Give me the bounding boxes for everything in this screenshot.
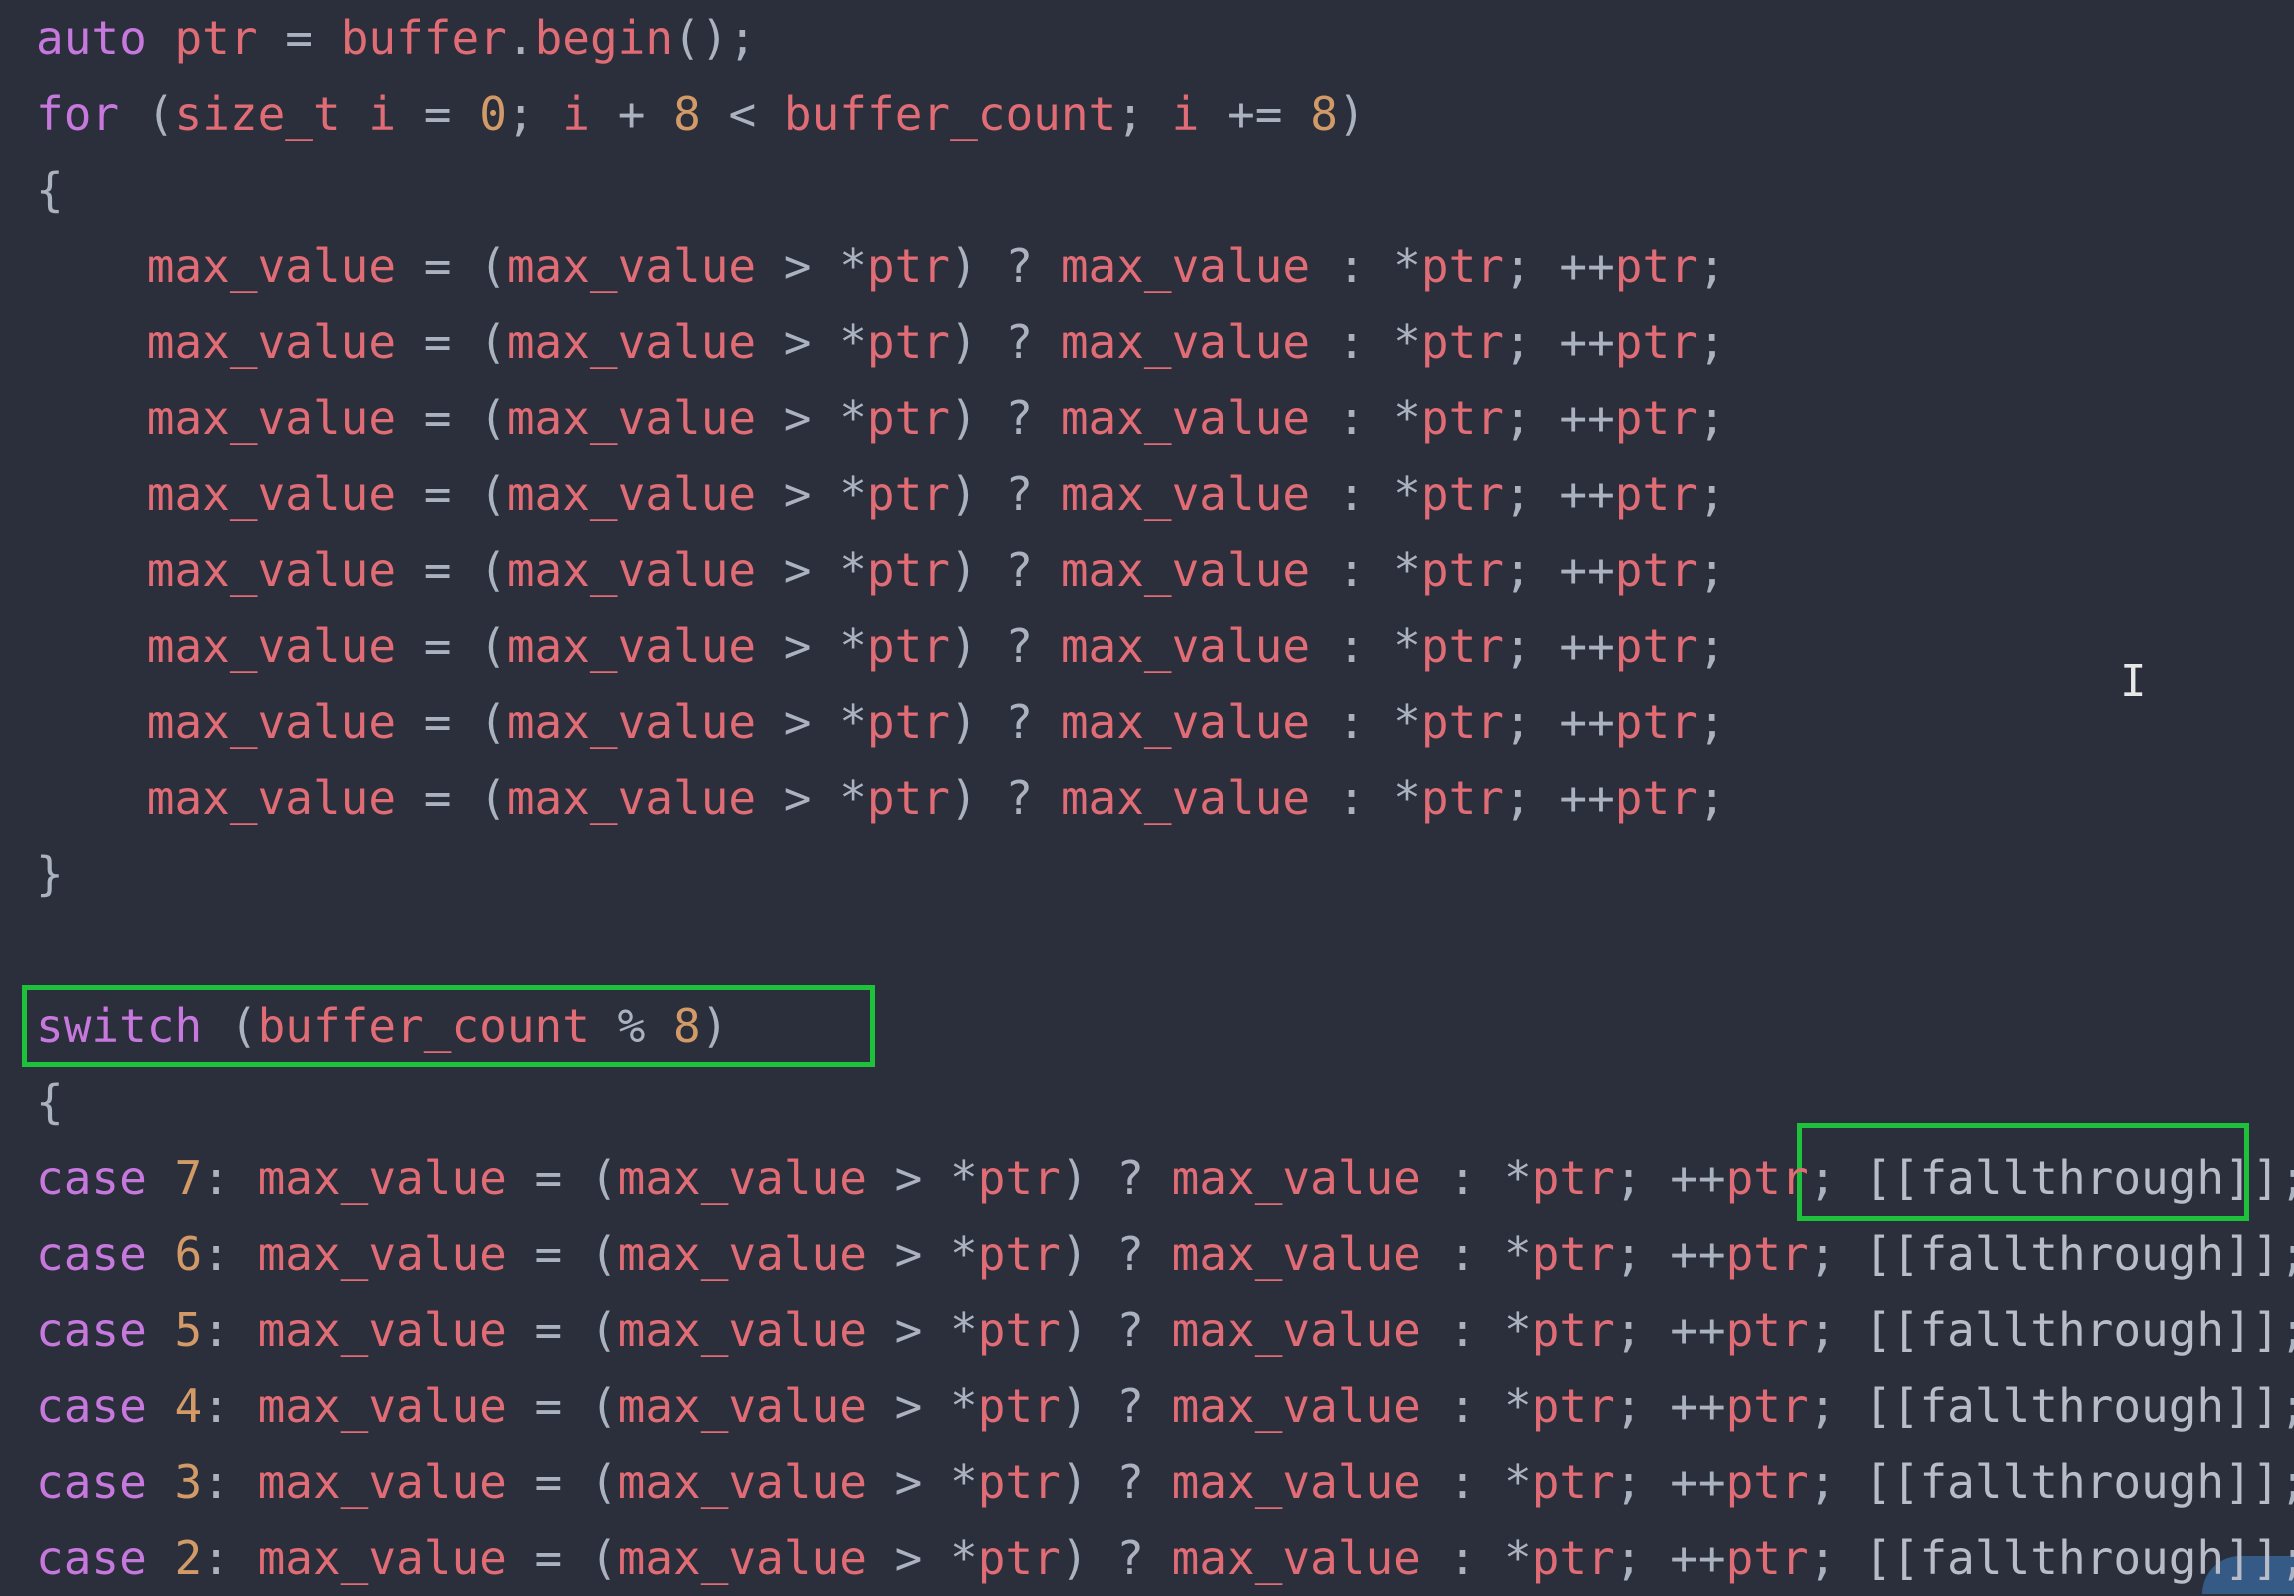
code-line[interactable]: case 5: max_value = (max_value > *ptr) ?…: [36, 1292, 2294, 1368]
code-line[interactable]: max_value = (max_value > *ptr) ? max_val…: [36, 684, 1726, 760]
code-editor[interactable]: I auto ptr = buffer.begin(); for (size_t …: [0, 0, 2294, 1594]
code-line[interactable]: case 6: max_value = (max_value > *ptr) ?…: [36, 1216, 2294, 1292]
code-line[interactable]: {: [36, 152, 64, 228]
code-line[interactable]: case 2: max_value = (max_value > *ptr) ?…: [36, 1520, 2294, 1596]
code-line[interactable]: }: [36, 836, 64, 912]
code-line[interactable]: case 3: max_value = (max_value > *ptr) ?…: [36, 1444, 2294, 1520]
code-line[interactable]: max_value = (max_value > *ptr) ? max_val…: [36, 608, 1726, 684]
code-line[interactable]: {: [36, 1064, 64, 1140]
code-line[interactable]: max_value = (max_value > *ptr) ? max_val…: [36, 760, 1726, 836]
code-line[interactable]: auto ptr = buffer.begin();: [36, 0, 756, 76]
code-line[interactable]: case 7: max_value = (max_value > *ptr) ?…: [36, 1140, 2294, 1216]
code-line[interactable]: max_value = (max_value > *ptr) ? max_val…: [36, 304, 1726, 380]
code-line[interactable]: for (size_t i = 0; i + 8 < buffer_count;…: [36, 76, 1366, 152]
code-line[interactable]: max_value = (max_value > *ptr) ? max_val…: [36, 532, 1726, 608]
code-line[interactable]: case 4: max_value = (max_value > *ptr) ?…: [36, 1368, 2294, 1444]
text-cursor-icon: I: [2120, 656, 2147, 707]
code-line[interactable]: max_value = (max_value > *ptr) ? max_val…: [36, 456, 1726, 532]
code-line[interactable]: max_value = (max_value > *ptr) ? max_val…: [36, 380, 1726, 456]
code-line[interactable]: max_value = (max_value > *ptr) ? max_val…: [36, 228, 1726, 304]
code-line[interactable]: switch (buffer_count % 8): [36, 988, 728, 1064]
